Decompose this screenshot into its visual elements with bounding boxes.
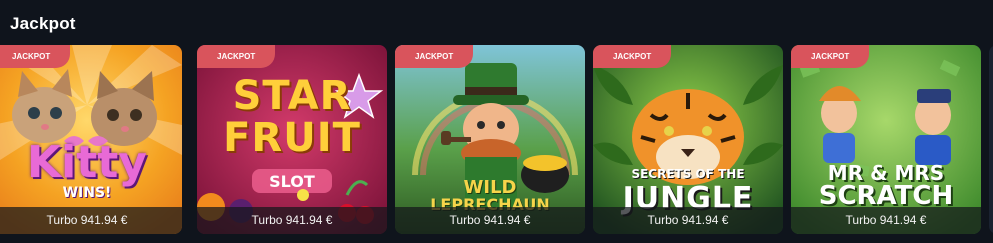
section-title: Jackpot (10, 14, 76, 33)
game-card-next-partial[interactable] (989, 45, 993, 234)
jackpot-amount: Turbo 941.94 € (791, 207, 981, 234)
game-logo-text-2: FRUIT (223, 115, 361, 161)
jackpot-badge: JACKPOT (395, 45, 474, 68)
game-card-kitty-wins[interactable]: Kitty WINS! JACKPOT Turbo 941.94 € (0, 45, 182, 234)
game-card-mr-mrs-scratch[interactable]: MR & MRS SCRATCH JACKPOT Turbo 941.94 € (791, 45, 981, 234)
jackpot-amount: Turbo 941.94 € (0, 207, 182, 234)
game-logo-subtext: WINS! (62, 185, 112, 201)
game-card-secrets-of-the-jungle[interactable]: SECRETS OF THE JUNGLE JACKPOT Turbo 941.… (593, 45, 783, 234)
game-logo-text: SECRETS OF THE (631, 167, 745, 181)
game-card-wild-leprechaun[interactable]: WILD LEPRECHAUN JACKPOT Turbo 941.94 € (395, 45, 585, 234)
jackpot-badge: JACKPOT (593, 45, 672, 68)
game-logo-text: Kitty (27, 137, 147, 188)
jackpot-badge: JACKPOT (197, 45, 276, 68)
game-logo-subtext: SLOT (269, 172, 315, 191)
game-carousel: Kitty WINS! JACKPOT Turbo 941.94 € STAR … (0, 45, 993, 234)
jackpot-amount: Turbo 941.94 € (395, 207, 585, 234)
jackpot-badge: JACKPOT (791, 45, 870, 68)
jackpot-amount: Turbo 941.94 € (593, 207, 783, 234)
jackpot-amount: Turbo 941.94 € (197, 207, 387, 234)
game-logo-text: STAR (232, 73, 352, 119)
jackpot-badge: JACKPOT (0, 45, 71, 68)
game-card-star-fruit[interactable]: STAR FRUIT SLOT JACKPOT Turbo 941.94 € (197, 45, 387, 234)
